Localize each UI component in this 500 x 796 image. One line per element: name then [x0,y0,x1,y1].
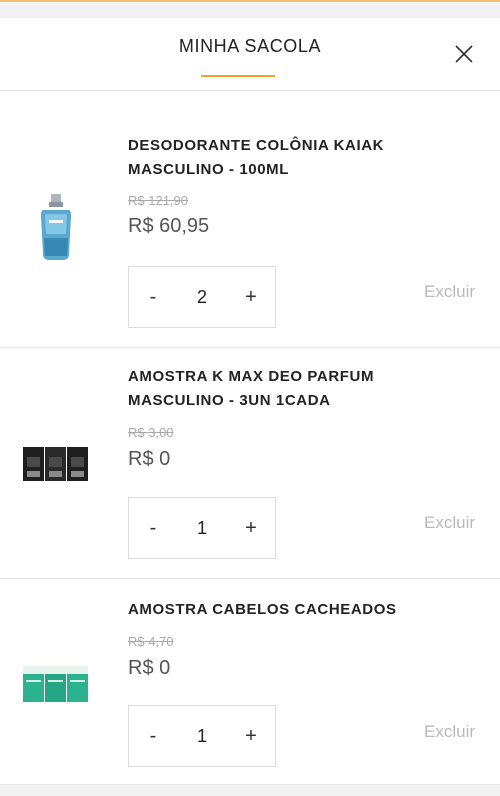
product-name-line: MASCULINO - 100ML [128,161,290,178]
page-title: MINHA SACOLA [178,36,322,56]
increase-quantity-button[interactable]: + [227,706,275,766]
current-price: R$ 0 [128,448,171,470]
decrease-quantity-button[interactable]: - [129,498,177,558]
product-name[interactable]: AMOSTRA CABELOS CACHEADOS [128,598,458,622]
remove-item-link[interactable]: Excluir [424,513,475,533]
product-image-sample-vials[interactable] [18,425,94,501]
original-price: R$ 3,00 [128,425,174,440]
title-underline [201,75,275,77]
current-price: R$ 60,95 [128,215,210,237]
close-button[interactable] [452,42,476,66]
original-price: R$ 121,90 [128,193,188,208]
cart-item-kaiak: DESODORANTE COLÔNIA KAIAK MASCULINO - 10… [0,92,500,348]
current-price: R$ 0 [128,657,171,679]
quantity-value: 1 [196,725,207,746]
cart-item-k-max: AMOSTRA K MAX DEO PARFUM MASCULINO - 3UN… [0,349,500,579]
perfume-bottle-icon [41,194,71,260]
quantity-stepper: - 2 + [128,266,276,328]
sample-sachets-icon [23,666,88,702]
remove-item-link[interactable]: Excluir [424,282,475,302]
product-name-line: MASCULINO - 3UN 1CADA [128,392,331,409]
original-price: R$ 4,70 [128,634,174,649]
increase-quantity-button[interactable]: + [227,267,275,327]
remove-item-link[interactable]: Excluir [424,722,475,742]
close-icon [455,45,473,63]
product-name-line: AMOSTRA CABELOS CACHEADOS [128,601,397,618]
increase-quantity-button[interactable]: + [227,498,275,558]
product-image-sample-sachets[interactable] [18,646,94,722]
product-name-line: DESODORANTE COLÔNIA KAIAK [128,137,385,154]
product-name[interactable]: AMOSTRA K MAX DEO PARFUM MASCULINO - 3UN… [128,365,458,413]
sample-vials-icon [23,447,88,481]
quantity-stepper: - 1 + [128,705,276,767]
top-strip [0,0,500,18]
quantity-stepper: - 1 + [128,497,276,559]
bottom-strip [0,785,500,796]
quantity-value: 1 [196,517,207,538]
decrease-quantity-button[interactable]: - [129,267,177,327]
cart-header: MINHA SACOLA [0,18,500,91]
quantity-value: 2 [196,286,207,307]
decrease-quantity-button[interactable]: - [129,706,177,766]
product-name[interactable]: DESODORANTE COLÔNIA KAIAK MASCULINO - 10… [128,134,458,182]
product-name-line: AMOSTRA K MAX DEO PARFUM [128,368,375,385]
cart-item-cabelos-cacheados: AMOSTRA CABELOS CACHEADOS R$ 4,70 R$ 0 -… [0,580,500,785]
product-image-perfume-bottle[interactable] [18,188,94,264]
